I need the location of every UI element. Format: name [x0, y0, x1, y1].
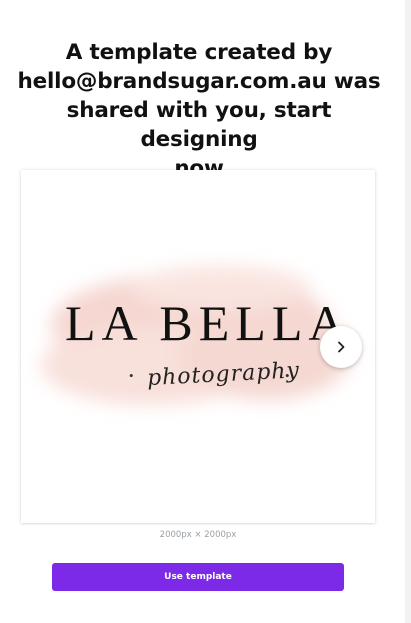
tagline-bullet-left: •	[129, 368, 134, 383]
share-heading: A template created by hello@brandsugar.c…	[10, 38, 388, 183]
share-heading-line-3: shared with you, start designing	[66, 98, 332, 152]
carousel-next-button[interactable]	[320, 326, 362, 368]
share-heading-line-2: hello@brandsugar.com.au was	[17, 69, 381, 94]
page-edge-shadow	[405, 0, 411, 623]
template-share-page: A template created by hello@brandsugar.c…	[0, 0, 411, 623]
share-heading-line-1: A template created by	[65, 40, 333, 65]
use-template-label: Use template	[164, 572, 232, 582]
brand-name-text: LA BELLA	[65, 295, 350, 351]
use-template-button[interactable]: Use template	[52, 563, 344, 591]
chevron-right-icon	[338, 341, 345, 353]
tagline-bullet-right: •	[285, 368, 290, 383]
template-dimensions: 2000px × 2000px	[159, 530, 237, 540]
